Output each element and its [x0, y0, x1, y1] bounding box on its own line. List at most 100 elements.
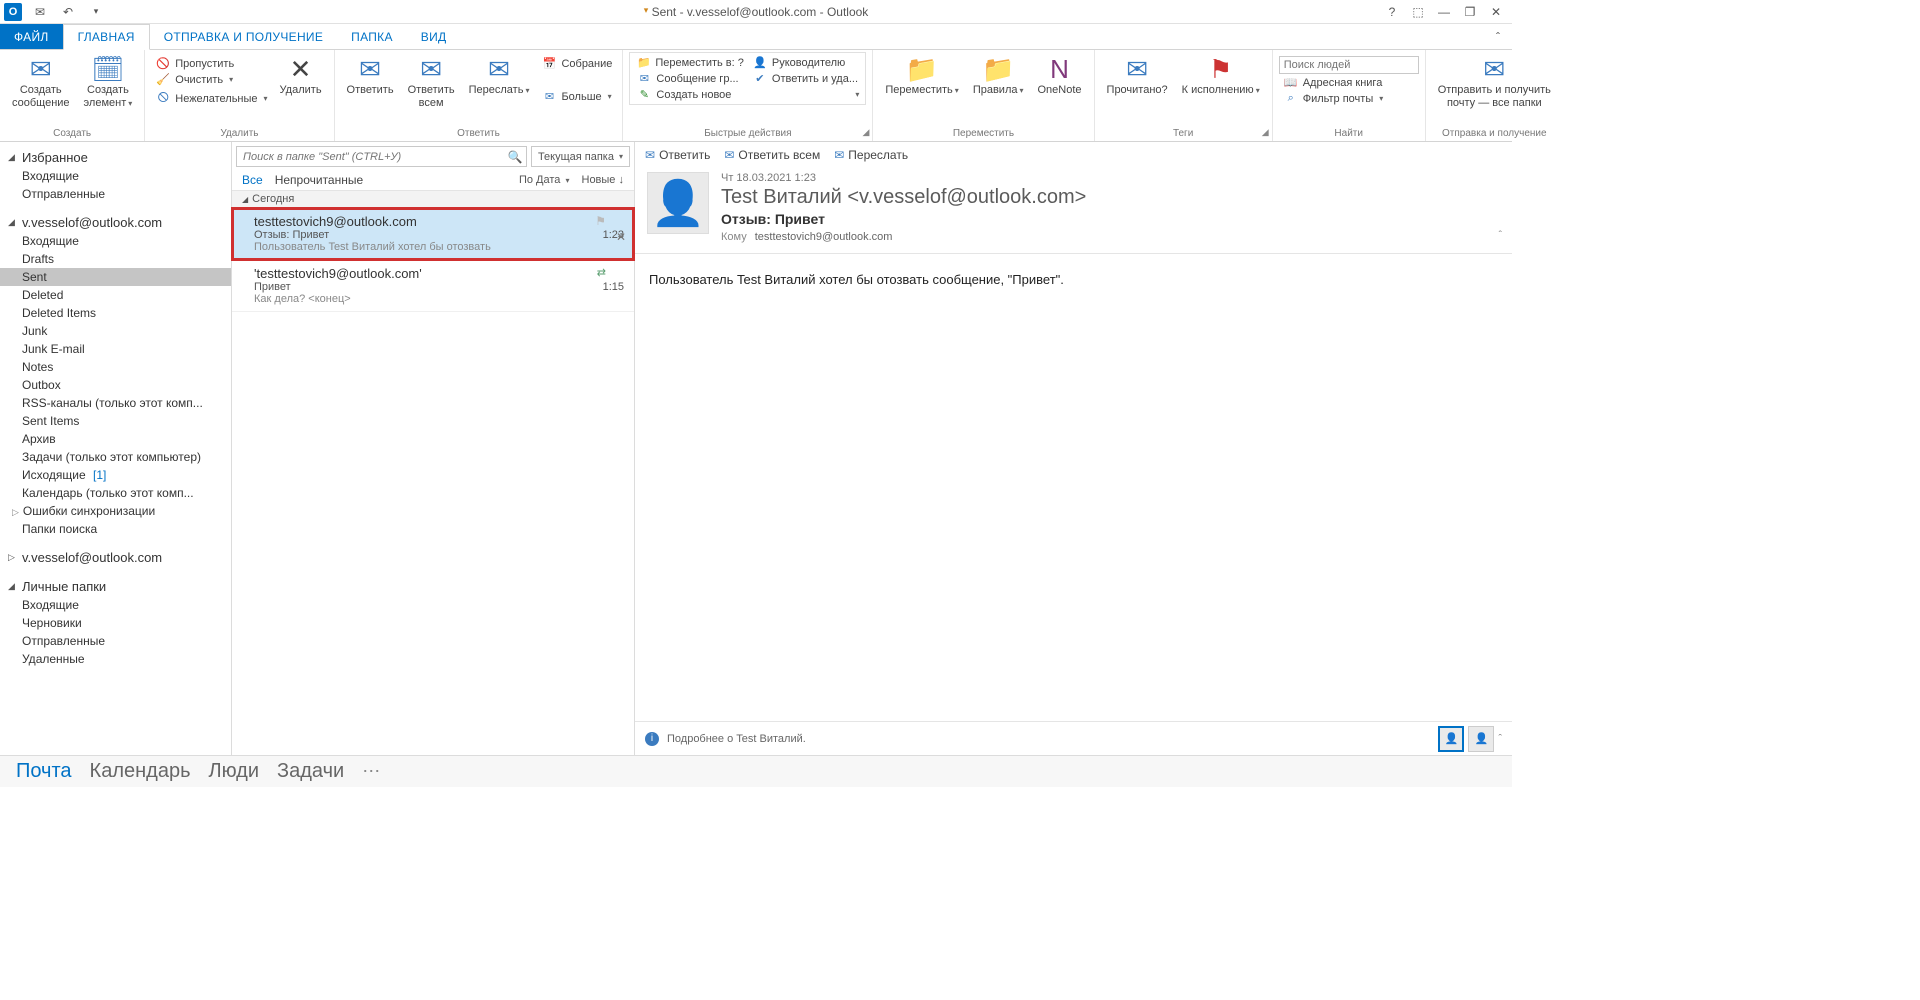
tags-launcher[interactable]: ◢ [1262, 127, 1269, 138]
cleanup-button[interactable]: 🧹Очистить▾ [151, 72, 271, 87]
search-people-input[interactable] [1279, 56, 1419, 74]
tab-file[interactable]: ФАЙЛ [0, 24, 63, 49]
filter-all[interactable]: Все [242, 173, 263, 187]
qat-undo-icon[interactable]: ↶ [58, 3, 78, 21]
flag-icon[interactable]: ⚑ [595, 214, 606, 228]
header-collapse-icon[interactable]: ˆ [1499, 230, 1502, 241]
folder-item[interactable]: RSS-каналы (только этот комп... [0, 394, 231, 412]
move-button[interactable]: 📁Переместить▾ [879, 52, 964, 97]
folder-item[interactable]: Архив [0, 430, 231, 448]
sort-by-button[interactable]: По Дата ▾ [519, 174, 570, 186]
funnel-icon: ⌕ [1283, 92, 1299, 105]
search-box[interactable]: 🔍 [236, 146, 527, 167]
contact-thumbnail[interactable]: 👤 [1468, 726, 1494, 752]
qat-send-receive-icon[interactable]: ✉ [30, 3, 50, 21]
folder-item[interactable]: Outbox [0, 376, 231, 394]
new-mail-button[interactable]: ✉Создать сообщение [6, 52, 76, 109]
folder-local-deleted[interactable]: Удаленные [0, 650, 231, 668]
folder-item[interactable]: Sent [0, 268, 231, 286]
folder-item[interactable]: Junk E-mail [0, 340, 231, 358]
help-button[interactable]: ? [1380, 3, 1404, 21]
folder-item[interactable]: Папки поиска [0, 520, 231, 538]
maximize-button[interactable]: ❐ [1458, 3, 1482, 21]
quickstep-to-manager[interactable]: 👤Руководителю [748, 55, 864, 70]
folder-item[interactable]: Календарь (только этот комп... [0, 484, 231, 502]
message-item[interactable]: ⇄ 'testtestovich9@outlook.com' Привет1:1… [232, 260, 634, 312]
folder-item[interactable]: Drafts [0, 250, 231, 268]
folder-fav-sent[interactable]: Отправленные [0, 185, 231, 203]
folder-item[interactable]: Notes [0, 358, 231, 376]
mark-read-button[interactable]: ✉Прочитано? [1101, 52, 1174, 97]
folder-item[interactable]: Deleted Items [0, 304, 231, 322]
nav-calendar[interactable]: Календарь [90, 760, 191, 783]
people-pane-link[interactable]: Подробнее о Test Виталий. [667, 733, 806, 745]
filter-mail-button[interactable]: ⌕Фильтр почты▾ [1279, 91, 1419, 106]
folder-local-sent[interactable]: Отправленные [0, 632, 231, 650]
nav-more-icon[interactable]: ⋯ [362, 761, 382, 782]
quicksteps-launcher[interactable]: ◢ [862, 127, 869, 138]
quickstep-move-to[interactable]: 📁Переместить в: ? [632, 55, 748, 70]
folder-local-inbox[interactable]: Входящие [0, 596, 231, 614]
filter-unread[interactable]: Непрочитанные [275, 173, 363, 187]
new-item-button[interactable]: 🗓Создать элемент▾ [78, 52, 139, 109]
tab-folder[interactable]: ПАПКА [337, 24, 407, 49]
minimize-button[interactable]: — [1432, 3, 1456, 21]
meeting-button[interactable]: 📅Собрание [537, 56, 616, 71]
folder-fav-inbox[interactable]: Входящие [0, 167, 231, 185]
followup-button[interactable]: ⚑К исполнению▾ [1176, 52, 1266, 97]
onenote-button[interactable]: NOneNote [1032, 52, 1088, 97]
more-respond-button[interactable]: ✉Больше▾ [537, 89, 616, 104]
delete-message-icon[interactable]: ✕ [616, 230, 626, 244]
folder-item[interactable]: Входящие [0, 232, 231, 250]
close-button[interactable]: ✕ [1484, 3, 1508, 21]
folder-item[interactable]: Исходящие [1] [0, 466, 231, 484]
rules-button[interactable]: 📁Правила▾ [967, 52, 1030, 97]
delete-button[interactable]: ✕Удалить [274, 52, 328, 97]
date-group-today[interactable]: ◢Сегодня [232, 190, 634, 208]
quickstep-team-mail[interactable]: ✉Сообщение гр... [632, 71, 748, 86]
tab-send-receive[interactable]: ОТПРАВКА И ПОЛУЧЕНИЕ [150, 24, 337, 49]
folder-item[interactable]: ▷Ошибки синхронизации [0, 502, 231, 520]
sort-order-button[interactable]: Новые ↓ [582, 174, 625, 186]
collapse-icon: ◢ [242, 195, 248, 204]
search-input[interactable] [237, 151, 504, 163]
folder-item[interactable]: Junk [0, 322, 231, 340]
message-item[interactable]: ⚑ ✕ testtestovich9@outlook.com Отзыв: Пр… [232, 208, 634, 260]
message-preview: Как дела? <конец> [254, 293, 624, 305]
tab-view[interactable]: ВИД [407, 24, 461, 49]
ribbon-display-button[interactable]: ⬚ [1406, 3, 1430, 21]
nav-tasks[interactable]: Задачи [277, 760, 344, 783]
rp-forward-button[interactable]: ✉Переслать [834, 148, 908, 162]
ribbon-collapse-button[interactable]: ˆ [1484, 24, 1512, 49]
folder-item[interactable]: Sent Items [0, 412, 231, 430]
junk-button[interactable]: 🛇Нежелательные▾ [151, 88, 271, 109]
account2-header[interactable]: ▷v.vesselof@outlook.com [0, 548, 231, 567]
folder-local-drafts[interactable]: Черновики [0, 614, 231, 632]
contact-thumbnail[interactable]: 👤 [1438, 726, 1464, 752]
reply-all-button[interactable]: ✉Ответить всем [402, 52, 461, 109]
quickstep-more[interactable]: ▾ [748, 87, 864, 102]
search-scope-button[interactable]: Текущая папка▾ [531, 146, 630, 167]
qat-customize-icon[interactable]: ▾ [86, 3, 106, 21]
forward-button[interactable]: ✉Переслать▾ [463, 52, 536, 97]
search-icon[interactable]: 🔍 [504, 150, 526, 164]
folder-item[interactable]: Deleted [0, 286, 231, 304]
send-receive-all-button[interactable]: ✉Отправить и получить почту — все папки [1432, 52, 1557, 109]
nav-people[interactable]: Люди [209, 760, 260, 783]
ribbon-tabs: ФАЙЛ ГЛАВНАЯ ОТПРАВКА И ПОЛУЧЕНИЕ ПАПКА … [0, 24, 1512, 50]
rp-reply-button[interactable]: ✉Ответить [645, 148, 710, 162]
nav-mail[interactable]: Почта [16, 760, 72, 783]
quickstep-create-new[interactable]: ✎Создать новое [632, 87, 748, 102]
folder-item[interactable]: Задачи (только этот компьютер) [0, 448, 231, 466]
more-icon: ✉ [541, 90, 557, 103]
people-pane-expand-icon[interactable]: ˆ [1498, 733, 1502, 745]
address-book-button[interactable]: 📖Адресная книга [1279, 75, 1419, 90]
quickstep-reply-delete[interactable]: ✔Ответить и уда... [748, 71, 864, 86]
rp-reply-all-button[interactable]: ✉Ответить всем [724, 148, 820, 162]
account1-header[interactable]: ◢v.vesselof@outlook.com [0, 213, 231, 232]
tab-home[interactable]: ГЛАВНАЯ [63, 24, 150, 50]
local-folders-header[interactable]: ◢Личные папки [0, 577, 231, 596]
ignore-button[interactable]: 🚫Пропустить [151, 56, 271, 71]
reply-button[interactable]: ✉Ответить [341, 52, 400, 97]
favorites-header[interactable]: ◢Избранное [0, 148, 231, 167]
